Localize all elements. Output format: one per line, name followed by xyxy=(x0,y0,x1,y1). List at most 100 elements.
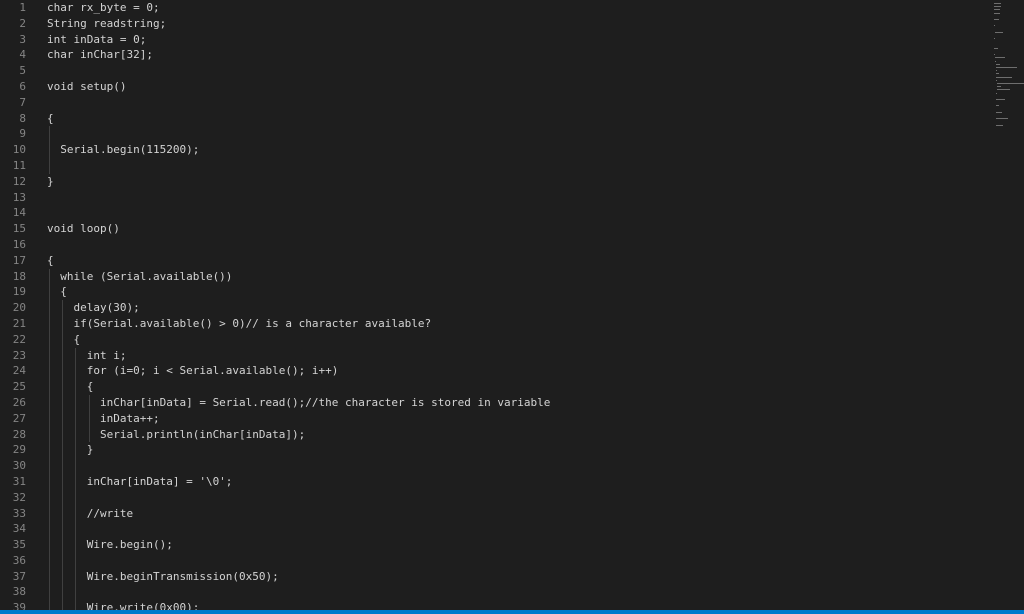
code-line[interactable]: 32 xyxy=(0,490,985,506)
code-text[interactable]: int i; xyxy=(47,348,127,364)
line-number: 2 xyxy=(19,16,26,30)
minimap-line xyxy=(997,86,1001,88)
code-text[interactable]: Serial.begin(115200); xyxy=(47,142,199,158)
code-text[interactable]: String readstring; xyxy=(47,16,166,32)
code-line[interactable]: 18 while (Serial.available()) xyxy=(0,269,985,285)
code-line[interactable]: 23 int i; xyxy=(0,348,985,364)
line-number: 31 xyxy=(12,474,26,488)
code-text[interactable]: for (i=0; i < Serial.available(); i++) xyxy=(47,363,339,379)
code-line[interactable]: 7 xyxy=(0,95,985,111)
code-line[interactable]: 36 xyxy=(0,553,985,569)
code-line[interactable]: 2 String readstring; xyxy=(0,16,985,32)
minimap[interactable] xyxy=(990,0,1024,130)
code-text[interactable]: { xyxy=(47,379,94,395)
line-number: 24 xyxy=(12,364,26,378)
code-area[interactable]: 1 char rx_byte = 0; 2 String readstring; 3 in… xyxy=(0,0,985,610)
code-line[interactable]: 31 inChar[inData] = '\0'; xyxy=(0,474,985,490)
code-line[interactable]: 1 char rx_byte = 0; xyxy=(0,0,985,16)
code-line[interactable]: 33 //write xyxy=(0,506,985,522)
code-text[interactable]: { xyxy=(47,111,54,127)
code-text[interactable]: int inData = 0; xyxy=(47,32,146,48)
code-text[interactable]: } xyxy=(47,174,54,190)
code-line[interactable]: 21 if(Serial.available() > 0)// is a cha… xyxy=(0,316,985,332)
status-bar xyxy=(0,610,1024,614)
minimap-line xyxy=(996,118,1008,120)
code-text[interactable]: inChar[inData] = Serial.read();//the cha… xyxy=(47,395,550,411)
code-text[interactable]: Wire.beginTransmission(0x50); xyxy=(47,569,279,585)
minimap-line xyxy=(994,57,1006,59)
code-line[interactable]: 8{ xyxy=(0,111,985,127)
minimap-line xyxy=(994,9,1000,11)
minimap-line xyxy=(996,99,1006,100)
code-line[interactable]: 30 xyxy=(0,458,985,474)
code-line[interactable]: 17 { xyxy=(0,253,985,269)
line-number: 15 xyxy=(12,222,26,236)
line-number: 8 xyxy=(19,111,26,125)
minimap-line xyxy=(997,89,1010,91)
line-number: 10 xyxy=(12,143,26,157)
minimap-line xyxy=(994,6,1002,8)
code-line[interactable]: 29 } xyxy=(0,442,985,458)
code-line[interactable]: 24 for (i=0; i < Serial.available(); i++… xyxy=(0,363,985,379)
code-line[interactable]: 5 xyxy=(0,63,985,79)
code-line[interactable]: 11 xyxy=(0,158,985,174)
code-text[interactable]: char rx_byte = 0; xyxy=(47,0,160,16)
code-line[interactable]: 37 Wire.beginTransmission(0x50); xyxy=(0,569,985,585)
minimap-line xyxy=(996,76,1012,78)
code-text[interactable]: } xyxy=(47,442,94,458)
minimap-line xyxy=(996,73,999,75)
code-line[interactable]: 16 xyxy=(0,237,985,253)
code-line[interactable]: 26 inChar[inData] = Serial.read();//the … xyxy=(0,395,985,411)
code-text[interactable]: delay(30); xyxy=(47,300,139,316)
line-number: 38 xyxy=(12,585,26,599)
minimap-line xyxy=(995,63,1000,65)
code-text[interactable]: char inChar[32]; xyxy=(47,47,153,63)
code-line[interactable]: 3 int inData = 0; xyxy=(0,32,985,48)
line-number: 19 xyxy=(12,285,26,299)
code-line[interactable]: 10 Serial.begin(115200); xyxy=(0,142,985,158)
code-text[interactable]: { xyxy=(47,253,54,269)
code-line[interactable]: 12} xyxy=(0,174,985,190)
code-line[interactable]: 15 void loop() xyxy=(0,221,985,237)
code-line[interactable]: 13 xyxy=(0,190,985,206)
code-line[interactable]: 25 { xyxy=(0,379,985,395)
code-text[interactable]: void setup() xyxy=(47,79,126,95)
code-line[interactable]: 4 char inChar[32]; xyxy=(0,47,985,63)
code-text[interactable]: Wire.begin(); xyxy=(47,537,173,553)
code-line[interactable]: 19 { xyxy=(0,284,985,300)
code-text[interactable]: void loop() xyxy=(47,221,120,237)
line-number: 35 xyxy=(12,538,26,552)
line-number: 3 xyxy=(19,32,26,46)
line-number: 23 xyxy=(12,348,26,362)
code-line[interactable]: 34 xyxy=(0,521,985,537)
code-editor[interactable]: 1 char rx_byte = 0; 2 String readstring; 3 in… xyxy=(0,0,1024,614)
code-line[interactable]: 39 Wire.write(0x00); xyxy=(0,600,985,610)
minimap-line xyxy=(994,31,1004,33)
code-text[interactable]: while (Serial.available()) xyxy=(47,269,232,285)
code-line[interactable]: 20 delay(30); xyxy=(0,300,985,316)
minimap-line xyxy=(994,12,1001,14)
minimap-line xyxy=(996,124,1004,126)
code-text[interactable]: inData++; xyxy=(47,411,160,427)
indent-guide xyxy=(75,347,77,610)
code-line[interactable]: 14 xyxy=(0,205,985,221)
code-line[interactable]: 6 void setup() xyxy=(0,79,985,95)
line-number: 17 xyxy=(12,253,26,267)
code-text[interactable]: { xyxy=(47,332,80,348)
code-line[interactable]: 35 Wire.begin(); xyxy=(0,537,985,553)
line-number: 5 xyxy=(19,64,26,78)
code-line[interactable]: 22 { xyxy=(0,332,985,348)
code-text[interactable]: Serial.println(inChar[inData]); xyxy=(47,427,305,443)
line-number: 7 xyxy=(19,95,26,109)
indent-guide xyxy=(88,395,90,443)
line-number: 18 xyxy=(12,269,26,283)
minimap-line xyxy=(995,67,1018,68)
line-number: 29 xyxy=(12,443,26,457)
code-text[interactable]: Wire.write(0x00); xyxy=(47,600,200,610)
code-line[interactable]: 9 xyxy=(0,126,985,142)
code-line[interactable]: 27 inData++; xyxy=(0,411,985,427)
code-text[interactable]: if(Serial.available() > 0)// is a charac… xyxy=(47,316,431,332)
code-line[interactable]: 38 xyxy=(0,584,985,600)
code-line[interactable]: 28 Serial.println(inChar[inData]); xyxy=(0,427,985,443)
code-text[interactable]: //write xyxy=(47,506,133,522)
